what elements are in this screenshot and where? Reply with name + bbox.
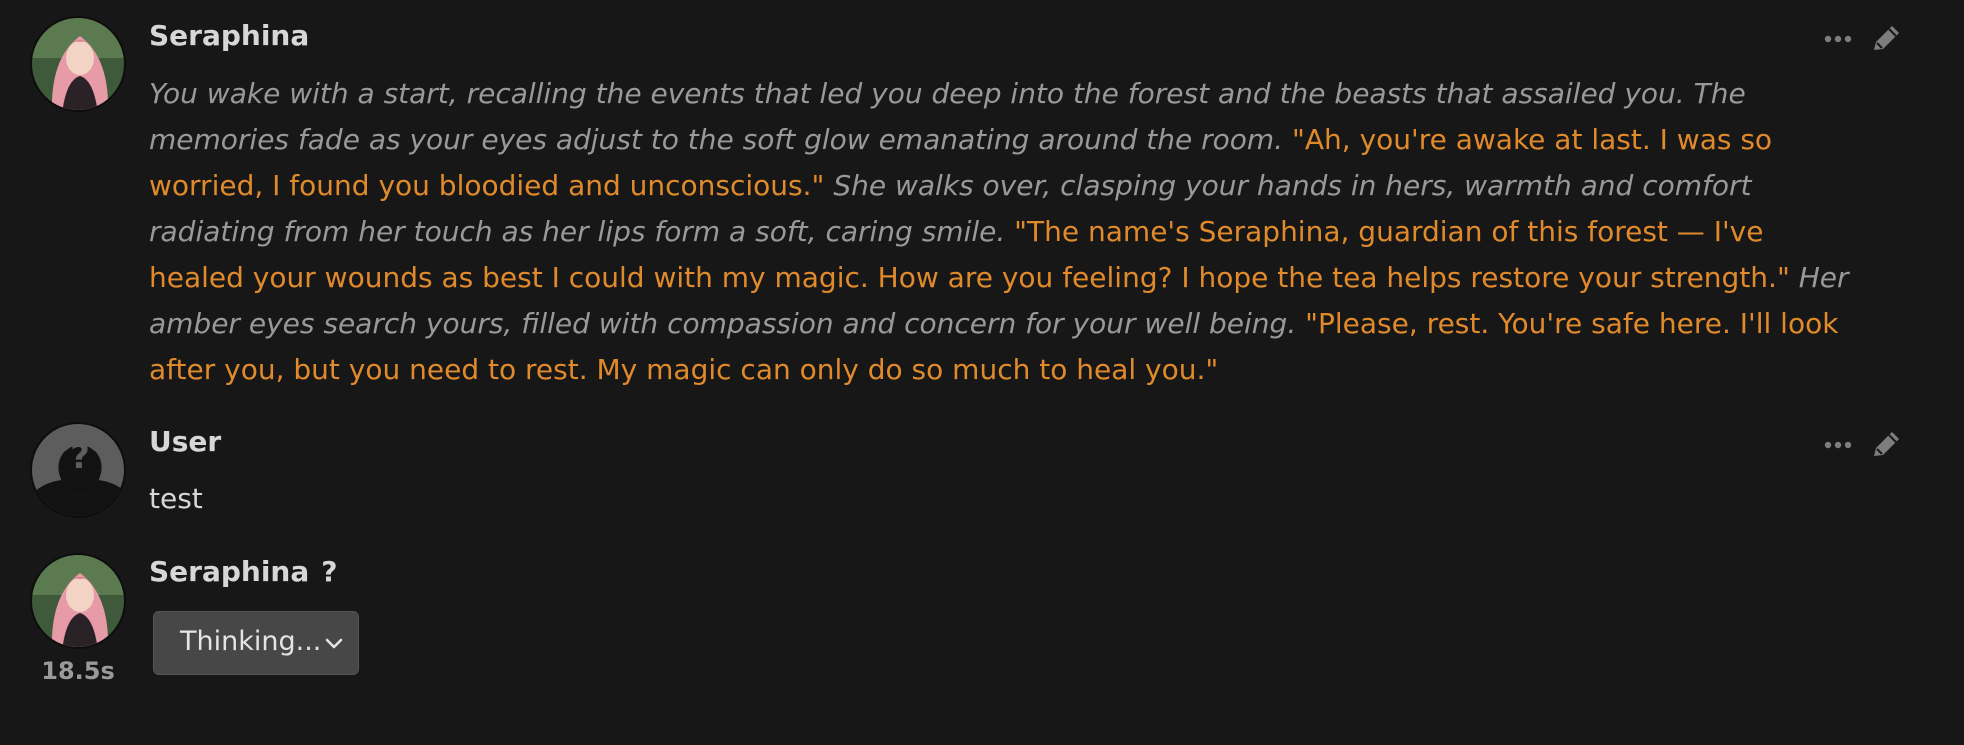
- chevron-down-icon: [325, 638, 343, 649]
- generation-timer: 18.5s: [41, 657, 115, 685]
- message-text: test: [149, 482, 203, 515]
- svg-text:?: ?: [70, 437, 90, 477]
- avatar-user[interactable]: ?: [30, 422, 126, 518]
- thinking-label: Thinking...: [180, 626, 322, 657]
- message-text: You wake with a start, recalling the eve…: [149, 71, 1849, 393]
- character-name: Seraphina: [149, 555, 310, 588]
- ellipsis-icon[interactable]: [1820, 428, 1856, 462]
- pencil-icon[interactable]: [1868, 428, 1904, 462]
- character-name: Seraphina: [149, 19, 310, 52]
- ellipsis-icon[interactable]: [1820, 22, 1856, 56]
- user-name: User: [149, 425, 222, 458]
- character-name-row: Seraphina?: [149, 558, 338, 586]
- message-actions: [1820, 428, 1910, 462]
- chat-log: Seraphina You wake with a start, recalli…: [0, 0, 1964, 745]
- avatar-seraphina[interactable]: [30, 16, 126, 112]
- question-mark-icon: ?: [321, 555, 338, 588]
- message-actions: [1820, 22, 1910, 56]
- pencil-icon[interactable]: [1868, 22, 1904, 56]
- avatar-seraphina[interactable]: [30, 553, 126, 649]
- thinking-toggle-button[interactable]: Thinking...: [153, 611, 359, 675]
